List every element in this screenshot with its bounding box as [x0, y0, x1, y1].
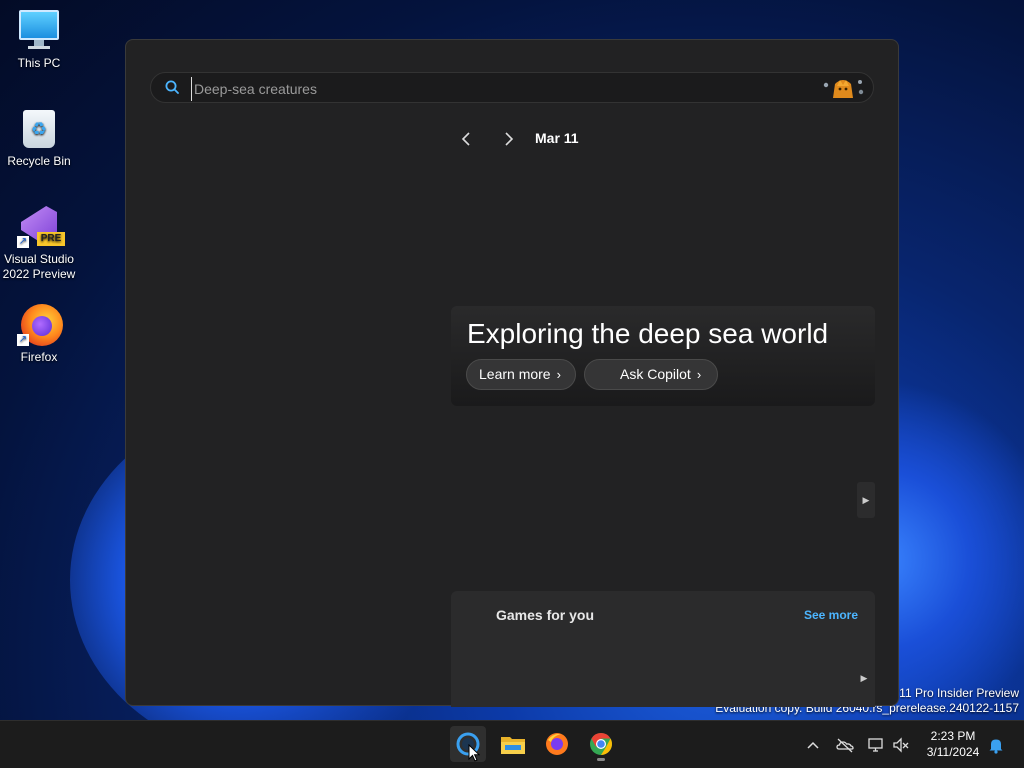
desktop-icon-label: Firefox	[20, 350, 58, 364]
games-next-button[interactable]: ▶	[857, 667, 871, 689]
shortcut-arrow-icon: ↗	[17, 334, 29, 346]
chevron-up-icon	[807, 741, 819, 749]
widgets-panel: Mar 11 Exploring the deep sea world Lear…	[125, 39, 899, 707]
chevron-right-icon: ›	[696, 367, 702, 382]
current-date: Mar 11	[535, 130, 579, 146]
show-hidden-icons-button[interactable]	[803, 735, 823, 755]
visual-studio-icon: PRE ↗	[17, 204, 65, 248]
desktop-icon-firefox[interactable]: ↗ Firefox	[0, 302, 78, 365]
chevron-left-icon	[461, 132, 470, 146]
play-arrow-icon: ▶	[860, 673, 868, 683]
search-icon	[165, 80, 179, 94]
date-navigator: Mar 11	[126, 128, 898, 150]
recycle-bin-icon: ♻	[17, 106, 61, 150]
copilot-mascot-icon[interactable]	[823, 76, 865, 100]
clock-time: 2:23 PM	[930, 729, 976, 743]
preview-badge: PRE	[37, 232, 65, 246]
firefox-icon: ↗	[17, 302, 63, 346]
play-arrow-icon: ▶	[862, 495, 870, 505]
firefox-icon	[546, 733, 568, 755]
taskbar-file-explorer-button[interactable]	[495, 726, 531, 762]
bell-icon	[989, 739, 1003, 754]
learn-more-button[interactable]: Learn more ›	[466, 359, 576, 390]
running-indicator	[597, 758, 605, 761]
mouse-cursor-icon	[468, 744, 480, 762]
previous-date-button[interactable]	[456, 128, 478, 150]
see-more-link[interactable]: See more	[804, 608, 858, 622]
notifications-button[interactable]	[986, 735, 1006, 755]
carousel-next-button[interactable]: ▶	[857, 482, 875, 518]
hero-card[interactable]: Exploring the deep sea world Learn more ›…	[451, 306, 875, 406]
hero-title: Exploring the deep sea world	[467, 318, 829, 349]
volume-muted-icon	[893, 737, 909, 753]
shortcut-arrow-icon: ↗	[17, 236, 29, 248]
taskbar-widgets-button[interactable]	[450, 726, 486, 762]
computer-icon	[17, 8, 61, 52]
chevron-right-icon	[505, 132, 514, 146]
file-explorer-icon	[501, 737, 525, 754]
desktop-icon-label: Recycle Bin	[7, 154, 71, 168]
desktop-icon-visual-studio[interactable]: PRE ↗ Visual Studio 2022 Preview	[0, 204, 78, 282]
desktop-icon-recycle-bin[interactable]: ♻ Recycle Bin	[0, 106, 78, 169]
taskbar-firefox-button[interactable]	[539, 726, 575, 762]
chrome-icon	[590, 733, 612, 755]
search-input[interactable]	[191, 77, 816, 101]
games-title: Games for you	[496, 607, 595, 623]
watermark-line-1: s 11 Pro Insider Preview	[889, 686, 1019, 700]
games-card: Games for you See more ▶	[451, 591, 875, 707]
next-date-button[interactable]	[497, 128, 519, 150]
search-bar[interactable]	[150, 72, 874, 103]
clock-date: 3/11/2024	[926, 745, 980, 759]
onedrive-icon	[836, 738, 854, 753]
chevron-right-icon: ›	[556, 367, 561, 382]
volume-button[interactable]	[891, 735, 911, 755]
desktop-icon-label: This PC	[17, 56, 61, 70]
taskbar: 2:23 PM 3/11/2024	[0, 720, 1024, 768]
ask-copilot-button[interactable]: Ask Copilot ›	[584, 359, 718, 390]
system-clock[interactable]: 2:23 PM 3/11/2024	[918, 728, 988, 760]
network-button[interactable]	[866, 735, 886, 755]
desktop-icon-label: Visual Studio 2022 Preview	[2, 252, 76, 281]
onedrive-button[interactable]	[835, 735, 855, 755]
desktop-icon-this-pc[interactable]: This PC	[0, 8, 78, 71]
taskbar-chrome-button[interactable]	[583, 726, 619, 762]
network-icon	[868, 738, 883, 752]
